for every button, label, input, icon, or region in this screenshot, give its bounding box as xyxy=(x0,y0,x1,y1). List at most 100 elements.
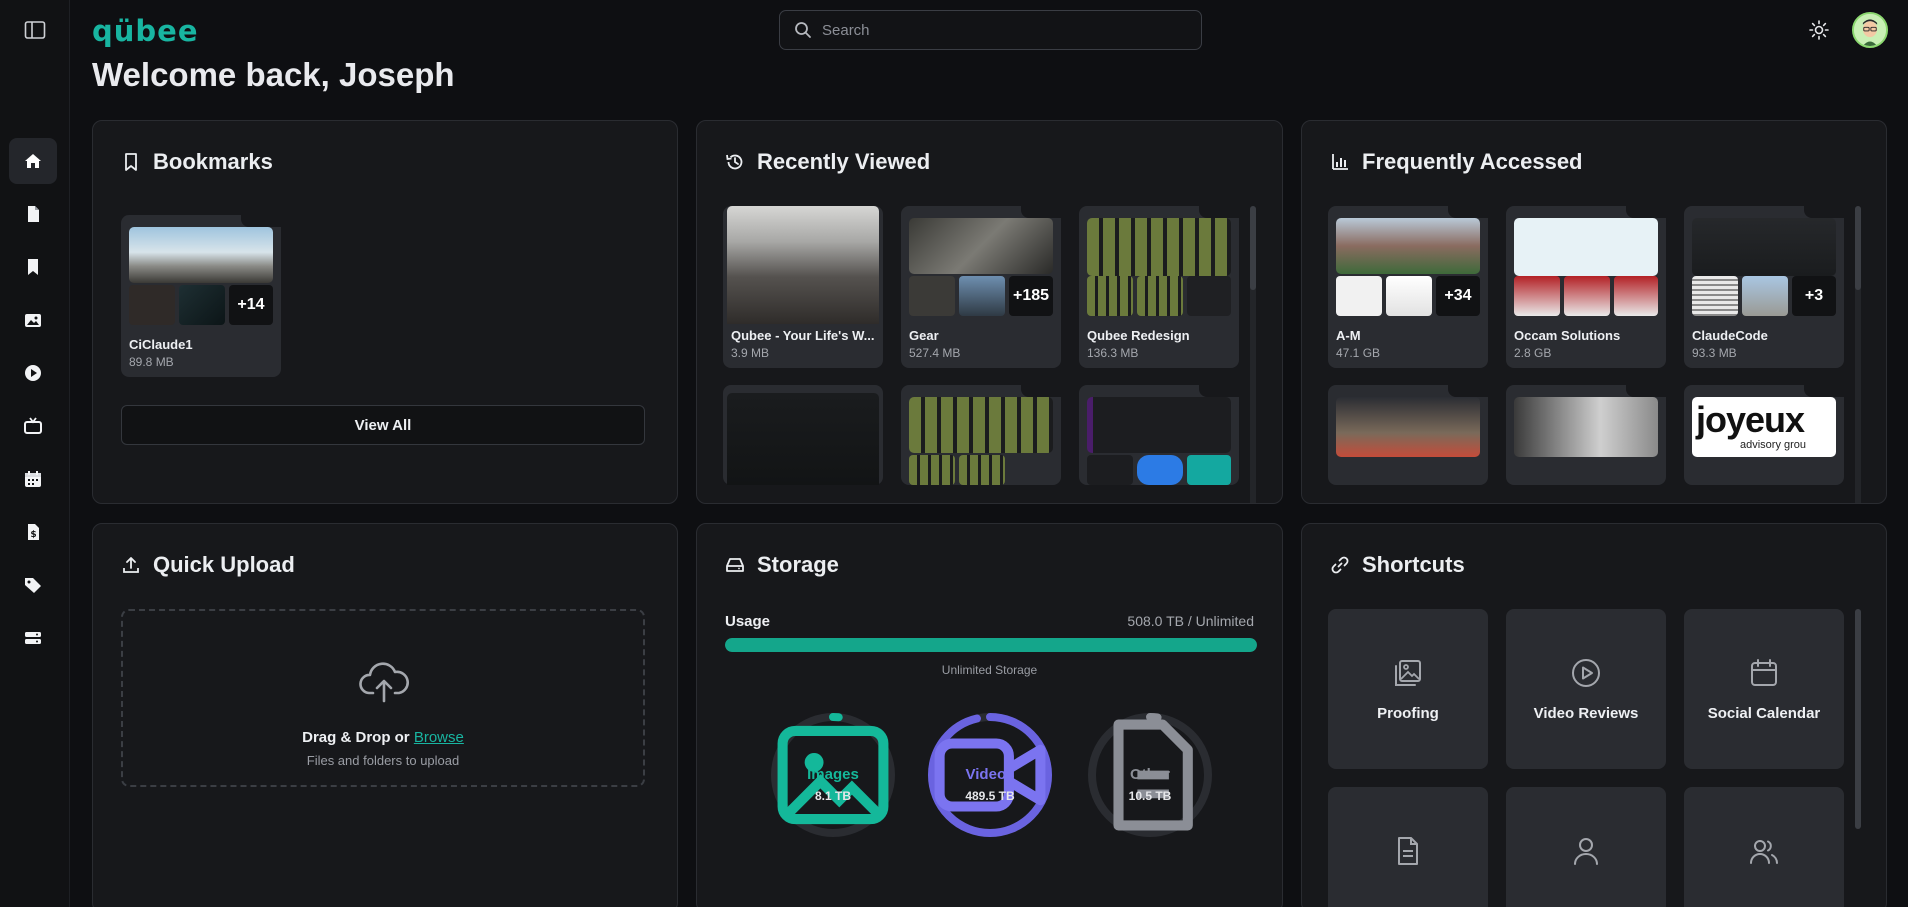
folder-thumbnail xyxy=(1087,455,1133,485)
shortcut-video-reviews[interactable]: Video Reviews xyxy=(1506,609,1666,769)
folder-card[interactable]: Qubee Redesign 136.3 MB xyxy=(1079,206,1239,368)
folder-name: Qubee Redesign xyxy=(1087,328,1190,343)
nav-invoice-icon[interactable]: $ xyxy=(9,509,57,555)
frequently-accessed-title: Frequently Accessed xyxy=(1330,149,1583,175)
nav-images-icon[interactable] xyxy=(9,297,57,343)
folder-thumbnail xyxy=(179,285,225,325)
users-icon xyxy=(1750,840,1778,864)
nav-bookmarks-icon[interactable] xyxy=(9,244,57,290)
browse-link[interactable]: Browse xyxy=(414,729,464,746)
hard-drive-icon xyxy=(726,558,744,572)
folder-thumbnail xyxy=(727,206,879,324)
shortcut-social-calendar[interactable]: Social Calendar xyxy=(1684,609,1844,769)
shortcut-documents[interactable] xyxy=(1328,787,1488,907)
folder-card[interactable]: +34 A-M 47.1 GB xyxy=(1328,206,1488,368)
svg-text:$: $ xyxy=(30,530,36,540)
more-count-badge: +34 xyxy=(1436,276,1480,316)
folder-card[interactable] xyxy=(1506,385,1666,485)
ring-value: 8.1 TB xyxy=(814,789,851,803)
upload-icon xyxy=(123,557,139,573)
sidebar: $ xyxy=(0,0,70,907)
folder-card[interactable]: +185 Gear 527.4 MB xyxy=(901,206,1061,368)
folder-card[interactable] xyxy=(1079,385,1239,485)
sun-icon[interactable] xyxy=(1808,19,1830,41)
scrollbar[interactable] xyxy=(1855,609,1861,829)
shortcut-label: Proofing xyxy=(1377,705,1439,722)
ring-value: 489.5 TB xyxy=(965,789,1015,803)
logo-tagline: advisory grou xyxy=(1740,439,1807,451)
folder-card[interactable]: joyeux advisory grou xyxy=(1684,385,1844,485)
folder-thumbnail xyxy=(1087,276,1133,316)
folder-thumbnail xyxy=(1742,276,1788,316)
folder-card[interactable]: Occam Solutions 2.8 GB xyxy=(1506,206,1666,368)
folder-thumbnail xyxy=(1514,276,1560,316)
folder-thumbnail xyxy=(1187,276,1231,316)
shortcuts-title: Shortcuts xyxy=(1330,552,1465,578)
usage-note: Unlimited Storage xyxy=(941,663,1038,677)
upload-dropzone[interactable]: Drag & Drop or Browse Files and folders … xyxy=(121,609,645,787)
folder-thumbnail xyxy=(1087,218,1231,276)
search-input[interactable] xyxy=(822,21,1162,39)
nav-calendar-icon[interactable] xyxy=(9,456,57,502)
folder-thumbnail xyxy=(727,393,879,485)
folder-thumbnail xyxy=(1336,218,1480,274)
folder-card[interactable]: +3 ClaudeCode 93.3 MB xyxy=(1684,206,1844,368)
folder-thumbnail xyxy=(1336,276,1382,316)
nav-tag-icon[interactable] xyxy=(9,562,57,608)
scrollbar[interactable] xyxy=(1250,206,1256,503)
nav-video-icon[interactable] xyxy=(9,350,57,396)
folder-thumbnail xyxy=(129,227,273,283)
dropzone-text: Drag & Drop or Browse xyxy=(302,729,464,746)
history-icon xyxy=(726,154,743,170)
bookmarks-panel: Bookmarks +14 CiClaude1 89.8 MB View All xyxy=(92,120,678,504)
dropzone-hint: Files and folders to upload xyxy=(306,753,460,768)
search-icon xyxy=(795,22,811,38)
folder-card[interactable]: Qubee - Your Life's W... 3.9 MB xyxy=(723,206,883,368)
folder-thumbnail xyxy=(1564,276,1610,316)
folder-size: 93.3 MB xyxy=(1692,346,1737,360)
logo-wordmark: joyeux xyxy=(1696,399,1805,440)
folder-card[interactable]: +14 CiClaude1 89.8 MB xyxy=(121,215,281,377)
folder-thumbnail xyxy=(1336,397,1480,457)
view-all-button[interactable]: View All xyxy=(121,405,645,445)
calendar-icon xyxy=(1751,659,1777,686)
nav-tv-icon[interactable] xyxy=(9,403,57,449)
user-icon xyxy=(1574,838,1598,865)
shortcut-proofing[interactable]: Proofing xyxy=(1328,609,1488,769)
more-count-badge: +3 xyxy=(1792,276,1836,316)
more-count-badge: +14 xyxy=(229,285,273,325)
folder-card[interactable] xyxy=(723,385,883,485)
other-storage-ring: Other 10.5 TB xyxy=(1087,712,1213,838)
folder-size: 3.9 MB xyxy=(731,346,770,360)
folder-name: Gear xyxy=(909,328,939,343)
storage-title: Storage xyxy=(725,552,839,578)
scrollbar[interactable] xyxy=(1855,206,1861,503)
app-logo[interactable]: qübee xyxy=(92,14,199,48)
usage-value: 508.0 TB / Unlimited xyxy=(1127,613,1254,629)
images-storage-ring: Images 8.1 TB xyxy=(770,712,896,838)
recently-viewed-panel: Recently Viewed Qubee - Your Life's W...… xyxy=(696,120,1283,504)
shortcut-users[interactable] xyxy=(1684,787,1844,907)
nav-home-icon[interactable] xyxy=(9,138,57,184)
folder-size: 47.1 GB xyxy=(1336,346,1381,360)
shortcuts-panel: Shortcuts Proofing Video Reviews Social … xyxy=(1301,523,1887,907)
ring-label: Images xyxy=(807,766,859,783)
nav-storage-icon[interactable] xyxy=(9,615,57,661)
user-avatar[interactable] xyxy=(1852,12,1888,48)
folder-card[interactable] xyxy=(1328,385,1488,485)
folder-thumbnail xyxy=(909,397,1053,453)
shortcut-user[interactable] xyxy=(1506,787,1666,907)
folder-thumbnail xyxy=(1386,276,1432,316)
shortcut-label: Social Calendar xyxy=(1707,705,1821,722)
folder-thumbnail xyxy=(909,455,955,485)
more-count-badge: +185 xyxy=(1009,276,1053,316)
shortcut-label: Video Reviews xyxy=(1533,705,1639,722)
folder-card[interactable] xyxy=(901,385,1061,485)
ring-label: Videos xyxy=(965,766,1015,783)
folder-size: 136.3 MB xyxy=(1087,346,1139,360)
folder-name: Occam Solutions xyxy=(1514,328,1621,343)
folder-thumbnail xyxy=(909,218,1053,274)
nav-files-icon[interactable] xyxy=(9,191,57,237)
sidebar-toggle-icon[interactable] xyxy=(24,20,46,40)
search-box[interactable] xyxy=(779,10,1202,50)
